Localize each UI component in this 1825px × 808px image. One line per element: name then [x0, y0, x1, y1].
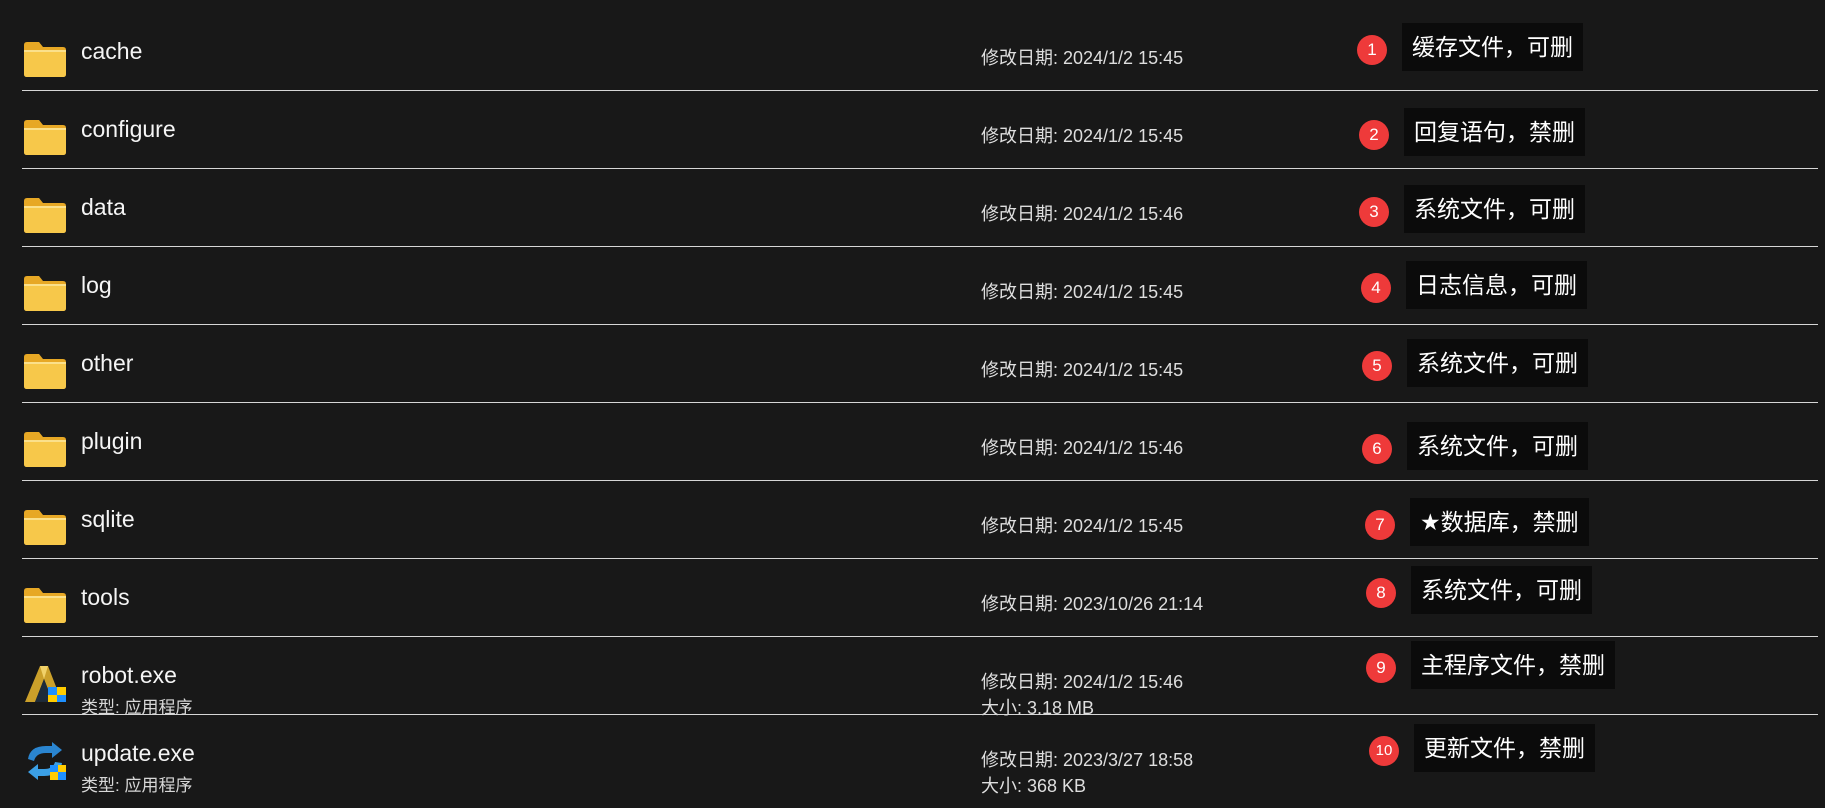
folder-icon [22, 273, 68, 313]
modified-date: 修改日期: 2024/1/2 15:45 [981, 282, 1184, 302]
file-name[interactable]: cache [81, 38, 142, 65]
annotation-label: ★数据库，禁删 [1410, 498, 1589, 546]
file-row-update-exe[interactable]: update.exe 类型: 应用程序 修改日期: 2023/3/27 18:5… [0, 715, 1825, 796]
file-row-configure[interactable]: configure 修改日期: 2024/1/2 15:45 2 回复语句，禁删 [0, 91, 1825, 169]
modified-date: 修改日期: 2024/1/2 15:45 [981, 516, 1184, 536]
number-badge: 5 [1362, 351, 1392, 381]
folder-icon [22, 351, 68, 391]
file-row-data[interactable]: data 修改日期: 2024/1/2 15:46 3 系统文件，可删 [0, 169, 1825, 247]
file-name[interactable]: log [81, 272, 112, 299]
modified-date: 修改日期: 2024/1/2 15:46 [981, 438, 1184, 458]
number-badge: 1 [1357, 35, 1387, 65]
folder-icon [22, 585, 68, 625]
annotation-label: 系统文件，可删 [1411, 566, 1592, 614]
number-badge: 7 [1365, 510, 1395, 540]
annotation-label: 系统文件，可删 [1404, 185, 1585, 233]
file-row-cache[interactable]: cache 修改日期: 2024/1/2 15:45 1 缓存文件，可删 [0, 13, 1825, 91]
file-name[interactable]: tools [81, 584, 130, 611]
modified-date: 修改日期: 2024/1/2 15:45 [981, 126, 1184, 146]
file-list: cache 修改日期: 2024/1/2 15:45 1 缓存文件，可删 con… [0, 0, 1825, 808]
folder-icon [22, 195, 68, 235]
modified-date: 修改日期: 2024/1/2 15:45 [981, 360, 1184, 380]
update-app-icon [22, 741, 68, 781]
number-badge: 8 [1366, 578, 1396, 608]
number-badge: 6 [1362, 434, 1392, 464]
number-badge: 3 [1359, 197, 1389, 227]
folder-icon [22, 429, 68, 469]
file-row-log[interactable]: log 修改日期: 2024/1/2 15:45 4 日志信息，可删 [0, 247, 1825, 325]
modified-date: 修改日期: 2023/3/27 18:58 [981, 750, 1194, 770]
number-badge: 2 [1359, 120, 1389, 150]
file-type: 类型: 应用程序 [81, 776, 193, 795]
robot-app-icon [22, 663, 68, 703]
file-size: 大小: 368 KB [981, 776, 1087, 796]
file-name[interactable]: sqlite [81, 506, 135, 533]
annotation-label: 回复语句，禁删 [1404, 108, 1585, 156]
annotation-label: 日志信息，可删 [1406, 261, 1587, 309]
modified-date: 修改日期: 2024/1/2 15:46 [981, 204, 1184, 224]
file-name[interactable]: other [81, 350, 133, 377]
file-row-sqlite[interactable]: sqlite 修改日期: 2024/1/2 15:45 7 ★数据库，禁删 [0, 481, 1825, 559]
file-row-plugin[interactable]: plugin 修改日期: 2024/1/2 15:46 6 系统文件，可删 [0, 403, 1825, 481]
file-name[interactable]: update.exe [81, 740, 195, 767]
folder-icon [22, 507, 68, 547]
number-badge: 9 [1366, 653, 1396, 683]
file-name[interactable]: configure [81, 116, 176, 143]
annotation-label: 系统文件，可删 [1407, 422, 1588, 470]
file-row-robot-exe[interactable]: robot.exe 类型: 应用程序 修改日期: 2024/1/2 15:46 … [0, 637, 1825, 718]
annotation-label: 主程序文件，禁删 [1411, 641, 1615, 689]
file-row-tools[interactable]: tools 修改日期: 2023/10/26 21:14 8 系统文件，可删 [0, 559, 1825, 637]
folder-icon [22, 39, 68, 79]
file-name[interactable]: plugin [81, 428, 142, 455]
file-name[interactable]: robot.exe [81, 662, 177, 689]
modified-date: 修改日期: 2023/10/26 21:14 [981, 594, 1204, 614]
number-badge: 4 [1361, 273, 1391, 303]
file-name[interactable]: data [81, 194, 126, 221]
modified-date: 修改日期: 2024/1/2 15:46 [981, 672, 1184, 692]
folder-icon [22, 117, 68, 157]
annotation-label: 更新文件，禁删 [1414, 724, 1595, 772]
file-row-other[interactable]: other 修改日期: 2024/1/2 15:45 5 系统文件，可删 [0, 325, 1825, 403]
number-badge: 10 [1369, 736, 1399, 766]
annotation-label: 系统文件，可删 [1407, 339, 1588, 387]
annotation-label: 缓存文件，可删 [1402, 23, 1583, 71]
modified-date: 修改日期: 2024/1/2 15:45 [981, 48, 1184, 68]
